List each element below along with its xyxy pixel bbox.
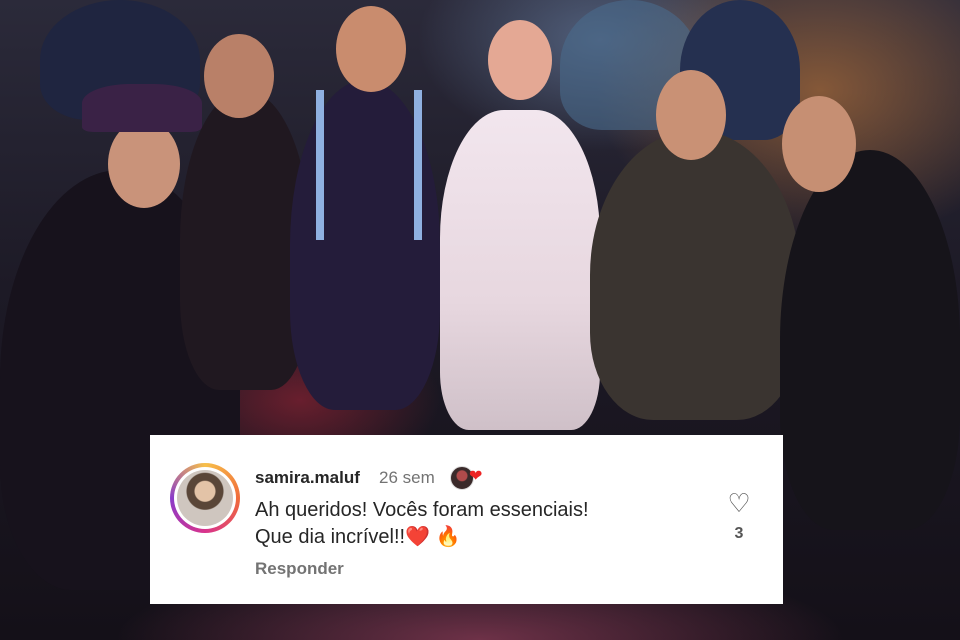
creator-liked-badge: ❤	[450, 463, 488, 490]
avatar-photo	[177, 470, 233, 526]
comment-text: Ah queridos! Vocês foram essenciais! Que…	[255, 497, 705, 551]
avatar-ring-gap	[174, 467, 236, 529]
person-6	[780, 150, 960, 530]
person-5-head	[656, 70, 726, 160]
person-1-head	[108, 120, 180, 208]
person-1-hat	[82, 84, 202, 132]
comment-card: samira.maluf 26 sem ❤ Ah queridos! Vocês…	[150, 435, 783, 604]
comment-text-line-2: Que dia incrível!!❤️ 🔥	[255, 526, 461, 548]
bride-head	[488, 20, 552, 100]
avatar[interactable]	[170, 463, 240, 533]
like-heart-icon[interactable]: ♡	[724, 488, 754, 518]
reply-button[interactable]: Responder	[255, 559, 344, 579]
person-6-head	[782, 96, 856, 192]
timestamp: 26 sem	[379, 468, 435, 487]
person-3-head	[336, 6, 406, 92]
person-5	[590, 130, 800, 420]
like-count[interactable]: 3	[724, 525, 754, 543]
heart-icon: ❤	[469, 468, 483, 485]
comment-text-line-1: Ah queridos! Vocês foram essenciais!	[255, 499, 589, 521]
bride-dress	[440, 110, 600, 430]
suspender-right	[414, 90, 422, 240]
username-link[interactable]: samira.maluf	[255, 468, 360, 488]
person-2-head	[204, 34, 274, 118]
suspender-left	[316, 90, 324, 240]
